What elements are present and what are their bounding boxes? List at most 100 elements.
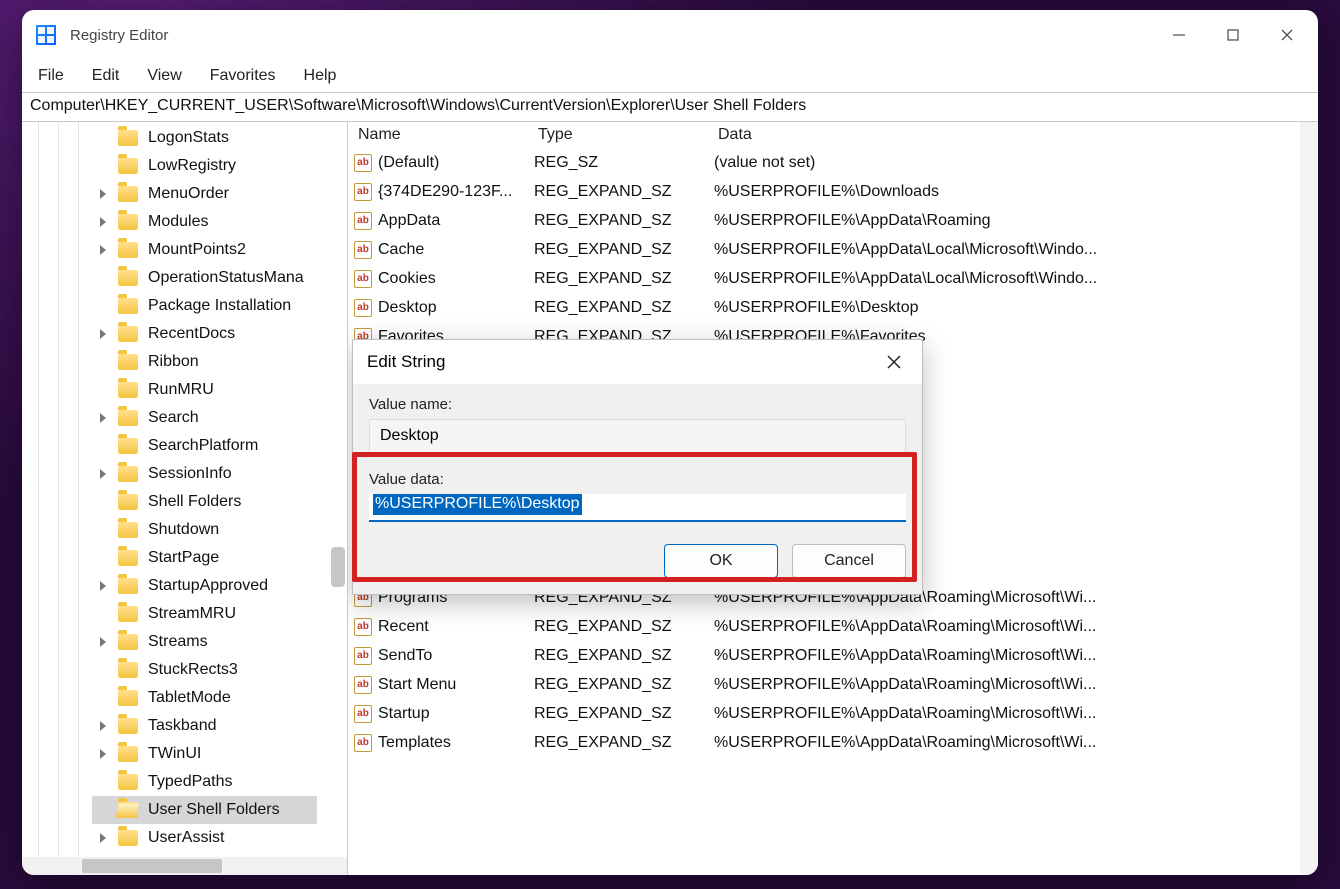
value-row[interactable]: ab{374DE290-123F...REG_EXPAND_SZ%USERPRO… [348, 177, 1318, 206]
tree-item-label: LogonStats [148, 129, 229, 147]
tree-item[interactable]: StartPage [92, 544, 347, 572]
tree-item-label: Shell Folders [148, 493, 241, 511]
tree-item[interactable]: User Shell Folders [92, 796, 317, 824]
maximize-button[interactable] [1206, 13, 1260, 57]
value-type: REG_SZ [534, 154, 714, 172]
tree-item[interactable]: RunMRU [92, 376, 347, 404]
tree-item[interactable]: Shutdown [92, 516, 347, 544]
tree-item[interactable]: StreamMRU [92, 600, 347, 628]
folder-icon [118, 438, 138, 454]
folder-icon [118, 550, 138, 566]
folder-icon [118, 662, 138, 678]
value-type: REG_EXPAND_SZ [534, 270, 714, 288]
folder-icon [118, 522, 138, 538]
tree-item[interactable]: StartupApproved [92, 572, 347, 600]
value-data-input[interactable]: %USERPROFILE%\Desktop [369, 494, 906, 522]
string-value-icon: ab [354, 299, 372, 317]
minimize-button[interactable] [1152, 13, 1206, 57]
value-type: REG_EXPAND_SZ [534, 734, 714, 752]
tree-item[interactable]: TypedPaths [92, 768, 347, 796]
value-data: (value not set) [714, 154, 1318, 172]
tree-item[interactable]: Search [92, 404, 347, 432]
dialog-close-button[interactable] [880, 348, 908, 376]
menu-favorites[interactable]: Favorites [206, 65, 280, 87]
value-type: REG_EXPAND_SZ [534, 241, 714, 259]
value-name: Start Menu [378, 676, 456, 694]
tree-item[interactable]: Ribbon [92, 348, 347, 376]
tree-hscroll-thumb[interactable] [82, 859, 222, 873]
tree-item-label: Taskband [148, 717, 217, 735]
folder-icon [118, 270, 138, 286]
value-data: %USERPROFILE%\AppData\Roaming\Microsoft\… [714, 705, 1318, 723]
tree-hscrollbar[interactable] [22, 857, 347, 875]
tree-item[interactable]: UserAssist [92, 824, 347, 852]
dialog-title: Edit String [367, 352, 445, 372]
tree-item[interactable]: Shell Folders [92, 488, 347, 516]
cancel-button[interactable]: Cancel [792, 544, 906, 578]
tree-item[interactable]: TabletMode [92, 684, 347, 712]
tree-item[interactable]: Streams [92, 628, 347, 656]
string-value-icon: ab [354, 734, 372, 752]
address-bar[interactable]: Computer\HKEY_CURRENT_USER\Software\Micr… [22, 92, 1318, 122]
tree-item-label: RecentDocs [148, 325, 235, 343]
value-row[interactable]: abStartupREG_EXPAND_SZ%USERPROFILE%\AppD… [348, 699, 1318, 728]
value-name-field: Desktop [369, 419, 906, 453]
value-row[interactable]: abSendToREG_EXPAND_SZ%USERPROFILE%\AppDa… [348, 641, 1318, 670]
value-row[interactable]: abDesktopREG_EXPAND_SZ%USERPROFILE%\Desk… [348, 293, 1318, 322]
folder-icon [118, 466, 138, 482]
col-name[interactable]: Name [354, 124, 534, 146]
folder-icon [118, 802, 138, 818]
value-row[interactable]: abCookiesREG_EXPAND_SZ%USERPROFILE%\AppD… [348, 264, 1318, 293]
folder-icon [118, 578, 138, 594]
folder-icon [118, 130, 138, 146]
ok-button[interactable]: OK [664, 544, 778, 578]
menu-file[interactable]: File [34, 65, 68, 87]
folder-icon [118, 606, 138, 622]
col-type[interactable]: Type [534, 124, 714, 146]
value-row[interactable]: abTemplatesREG_EXPAND_SZ%USERPROFILE%\Ap… [348, 728, 1318, 757]
tree-item[interactable]: RecentDocs [92, 320, 347, 348]
menu-view[interactable]: View [143, 65, 185, 87]
value-name: Cookies [378, 270, 436, 288]
list-vscrollbar[interactable] [1300, 122, 1318, 875]
value-row[interactable]: abAppDataREG_EXPAND_SZ%USERPROFILE%\AppD… [348, 206, 1318, 235]
folder-icon [118, 634, 138, 650]
value-data: %USERPROFILE%\Desktop [714, 299, 1318, 317]
tree-item[interactable]: MountPoints2 [92, 236, 347, 264]
tree-item[interactable]: TWinUI [92, 740, 347, 768]
folder-icon [118, 410, 138, 426]
tree-item-label: StartPage [148, 549, 219, 567]
app-title: Registry Editor [70, 27, 168, 44]
value-row[interactable]: abRecentREG_EXPAND_SZ%USERPROFILE%\AppDa… [348, 612, 1318, 641]
tree-item[interactable]: SearchPlatform [92, 432, 347, 460]
tree-item[interactable]: SessionInfo [92, 460, 347, 488]
value-row[interactable]: abCacheREG_EXPAND_SZ%USERPROFILE%\AppDat… [348, 235, 1318, 264]
menubar: File Edit View Favorites Help [22, 60, 1318, 92]
string-value-icon: ab [354, 676, 372, 694]
tree-item[interactable]: LogonStats [92, 124, 347, 152]
value-row[interactable]: ab(Default)REG_SZ(value not set) [348, 148, 1318, 177]
value-name-label: Value name: [369, 396, 906, 413]
tree-item[interactable]: Taskband [92, 712, 347, 740]
folder-icon [118, 382, 138, 398]
folder-icon [118, 718, 138, 734]
menu-edit[interactable]: Edit [88, 65, 124, 87]
folder-icon [118, 774, 138, 790]
value-type: REG_EXPAND_SZ [534, 183, 714, 201]
string-value-icon: ab [354, 212, 372, 230]
tree-item[interactable]: MenuOrder [92, 180, 347, 208]
tree-item[interactable]: OperationStatusMana [92, 264, 347, 292]
registry-editor-window: Registry Editor File Edit View Favorites… [22, 10, 1318, 875]
string-value-icon: ab [354, 618, 372, 636]
menu-help[interactable]: Help [300, 65, 341, 87]
tree-item[interactable]: Modules [92, 208, 347, 236]
value-row[interactable]: abStart MenuREG_EXPAND_SZ%USERPROFILE%\A… [348, 670, 1318, 699]
tree-item[interactable]: StuckRects3 [92, 656, 347, 684]
tree-vscroll-thumb[interactable] [331, 547, 345, 587]
tree-item[interactable]: LowRegistry [92, 152, 347, 180]
col-data[interactable]: Data [714, 124, 1318, 146]
tree-item[interactable]: Package Installation [92, 292, 347, 320]
app-icon [36, 25, 56, 45]
close-button[interactable] [1260, 13, 1314, 57]
tree-item-label: Package Installation [148, 297, 291, 315]
